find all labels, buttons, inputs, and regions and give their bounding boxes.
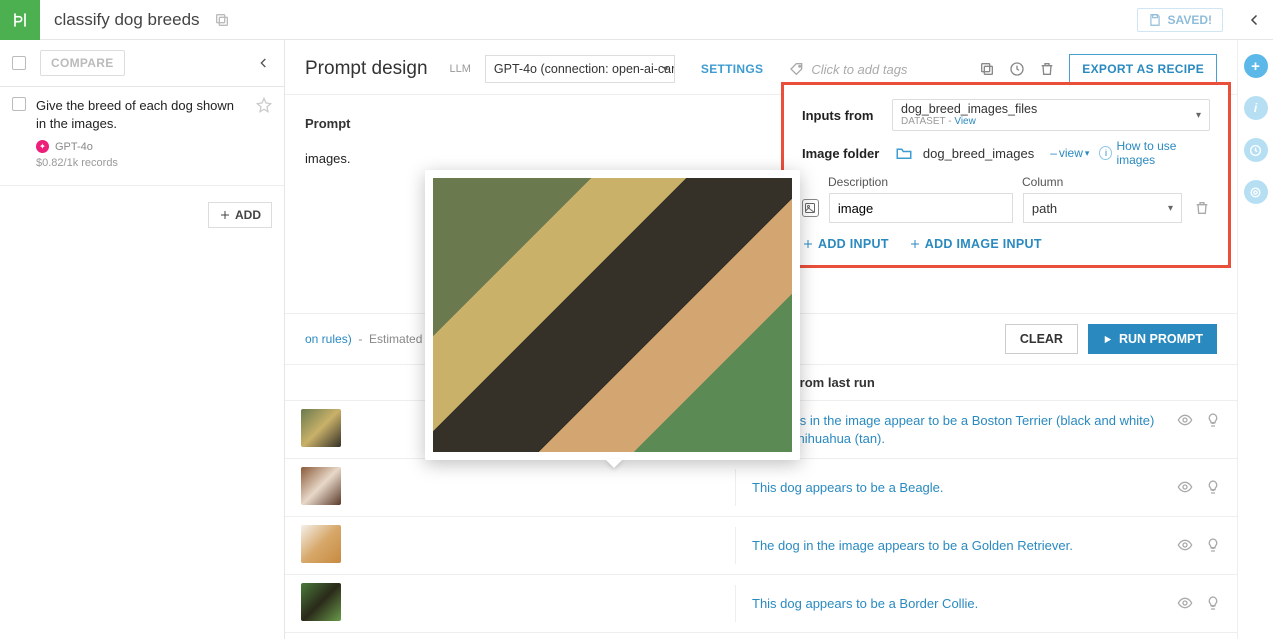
inputs-from-label: Inputs from — [802, 108, 892, 123]
validation-rules-link[interactable]: on rules) — [305, 332, 352, 346]
row-bulb-icon[interactable] — [1205, 595, 1221, 611]
row-bulb-icon[interactable] — [1205, 479, 1221, 495]
header-action-icons: EXPORT AS RECIPE — [979, 54, 1217, 84]
results-row: This dog appears to be a Border Collie. — [285, 575, 1237, 633]
image-folder-label: Image folder — [802, 146, 885, 161]
delete-icon[interactable] — [1039, 61, 1055, 77]
results-row: The dog in the image appears to be a Gol… — [285, 517, 1237, 575]
top-header: classify dog breeds SAVED! — [0, 0, 1273, 40]
rail-add-icon[interactable]: + — [1244, 54, 1268, 78]
llm-select-value: GPT-4o (connection: open-ai-carolin — [494, 62, 675, 76]
image-preview-popover — [425, 170, 800, 460]
llm-select[interactable]: GPT-4o (connection: open-ai-carolin — [485, 55, 675, 83]
rail-info-icon[interactable]: i — [1244, 96, 1268, 120]
remove-input-icon[interactable] — [1194, 200, 1210, 216]
prompt-item-text: Give the breed of each dog shown in the … — [36, 97, 246, 132]
prompt-item-cost: $0.82/1k records — [36, 157, 272, 169]
row-thumbnail[interactable] — [301, 525, 341, 563]
row-result-text: This dog appears to be a Border Collie. — [752, 595, 1167, 613]
prompt-item-model: GPT-4o — [55, 141, 93, 153]
settings-link[interactable]: SETTINGS — [701, 62, 763, 76]
clear-button[interactable]: CLEAR — [1005, 324, 1078, 354]
page-title: Prompt design — [305, 58, 428, 80]
export-recipe-button[interactable]: EXPORT AS RECIPE — [1069, 54, 1217, 84]
saved-badge: SAVED! — [1137, 8, 1223, 32]
rail-target-icon[interactable] — [1244, 180, 1268, 204]
row-bulb-icon[interactable] — [1205, 412, 1221, 428]
add-prompt-label: ADD — [235, 208, 261, 222]
chevron-down-icon: ▾ — [1196, 110, 1201, 121]
image-icon — [802, 199, 819, 217]
column-select-value: path — [1032, 201, 1057, 216]
row-result-text: The dogs in the image appear to be a Bos… — [752, 412, 1167, 447]
app-logo — [0, 0, 40, 40]
column-select[interactable]: path ▾ — [1023, 193, 1182, 223]
tags-input[interactable]: Click to add tags — [789, 61, 907, 77]
results-row: This dog appears to be a Beagle. — [285, 459, 1237, 517]
description-input[interactable] — [829, 193, 1013, 223]
help-icon: i — [1099, 146, 1112, 160]
history-icon[interactable] — [1009, 61, 1025, 77]
row-result-text: This dog appears to be a Beagle. — [752, 479, 1167, 497]
tags-placeholder: Click to add tags — [811, 62, 907, 77]
row-thumbnail[interactable] — [301, 467, 341, 505]
inputs-dataset-select[interactable]: dog_breed_images_files DATASET - View ▾ — [892, 99, 1210, 131]
how-to-use-images-link[interactable]: i How to use images — [1099, 139, 1210, 167]
document-title: classify dog breeds — [54, 10, 200, 30]
copy-prompt-icon[interactable] — [979, 61, 995, 77]
run-prompt-button[interactable]: RUN PROMPT — [1088, 324, 1217, 354]
dataset-subline: DATASET - View — [901, 116, 1037, 127]
compare-button[interactable]: COMPARE — [40, 50, 125, 76]
prompt-list-item[interactable]: Give the breed of each dog shown in the … — [0, 87, 284, 186]
llm-field-label: LLM — [450, 63, 471, 75]
model-provider-icon: ✦ — [36, 140, 49, 153]
folder-view-link[interactable]: – view ▾ — [1050, 146, 1089, 160]
chevron-down-icon: ▾ — [1168, 203, 1173, 214]
add-image-input-link[interactable]: ADD IMAGE INPUT — [909, 237, 1042, 251]
prompt-section-label: Prompt — [305, 116, 351, 131]
add-prompt-button[interactable]: ADD — [208, 202, 272, 228]
add-input-link[interactable]: ADD INPUT — [802, 237, 889, 251]
preview-image — [433, 178, 792, 452]
folder-name: dog_breed_images — [923, 146, 1034, 161]
row-eye-icon[interactable] — [1177, 537, 1193, 553]
star-icon[interactable] — [256, 97, 272, 113]
center-panel: Prompt design LLM GPT-4o (connection: op… — [285, 40, 1237, 639]
rail-history-icon[interactable] — [1244, 138, 1268, 162]
row-result-text: The dog in the image appears to be a Gol… — [752, 537, 1167, 555]
inputs-panel-highlighted: Inputs from dog_breed_images_files DATAS… — [781, 82, 1231, 268]
select-all-checkbox[interactable] — [12, 56, 26, 70]
copy-icon[interactable] — [214, 12, 230, 28]
row-eye-icon[interactable] — [1177, 479, 1193, 495]
results-col-result: Result from last run — [735, 365, 1237, 400]
folder-icon — [895, 144, 913, 162]
saved-label: SAVED! — [1168, 13, 1212, 27]
sidebar-collapse-icon[interactable] — [256, 55, 272, 71]
prompt-item-checkbox[interactable] — [12, 97, 26, 111]
row-thumbnail[interactable] — [301, 409, 341, 447]
row-eye-icon[interactable] — [1177, 595, 1193, 611]
right-rail: + i — [1237, 40, 1273, 639]
left-sidebar: COMPARE Give the breed of each dog shown… — [0, 40, 285, 639]
column-header: Column — [1022, 175, 1063, 189]
row-bulb-icon[interactable] — [1205, 537, 1221, 553]
description-header: Description — [828, 175, 1012, 189]
dataset-name: dog_breed_images_files — [901, 103, 1037, 117]
row-thumbnail[interactable] — [301, 583, 341, 621]
collapse-right-arrow-icon[interactable] — [1237, 0, 1273, 40]
row-eye-icon[interactable] — [1177, 412, 1193, 428]
